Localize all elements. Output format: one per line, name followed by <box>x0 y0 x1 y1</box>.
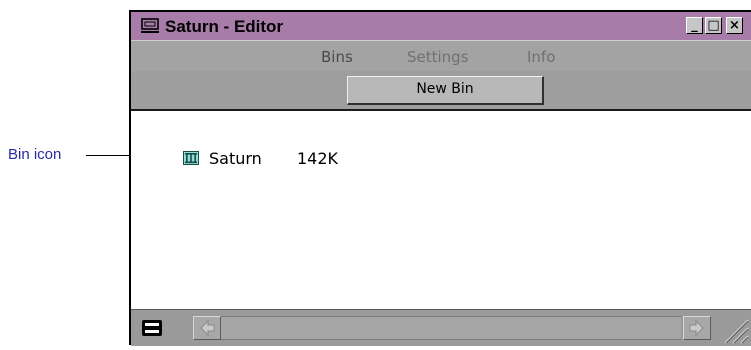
bin-name: Saturn <box>209 149 262 168</box>
view-toggle-icon[interactable] <box>141 319 163 337</box>
title-bar[interactable]: Saturn - Editor _ □ × <box>131 12 751 41</box>
arrow-left-icon <box>200 319 215 337</box>
tab-bins[interactable]: Bins <box>321 48 353 66</box>
bin-icon <box>183 151 199 165</box>
tab-bar: Bins Settings Info <box>131 40 751 72</box>
new-bin-button[interactable]: New Bin <box>347 76 544 105</box>
callout-label: Bin icon <box>8 146 62 163</box>
scrollbar-track[interactable] <box>221 316 681 340</box>
minimize-button[interactable]: _ <box>686 17 703 34</box>
editor-window: Saturn - Editor _ □ × Bins Settings Info… <box>129 10 751 346</box>
bottom-bar <box>131 309 751 346</box>
scroll-left-button[interactable] <box>193 316 221 340</box>
button-bar: New Bin <box>131 71 751 111</box>
maximize-button[interactable]: □ <box>705 17 722 34</box>
scroll-right-button[interactable] <box>683 316 711 340</box>
resize-grip-icon[interactable] <box>717 314 749 344</box>
monitor-icon <box>141 18 159 33</box>
tab-info[interactable]: Info <box>527 48 555 66</box>
close-button[interactable]: × <box>726 17 743 34</box>
bin-size: 142K <box>297 149 339 168</box>
bin-list: Saturn 142K <box>131 111 751 309</box>
arrow-right-icon <box>689 319 704 337</box>
window-title: Saturn - Editor <box>165 17 284 36</box>
tab-settings[interactable]: Settings <box>407 48 469 66</box>
